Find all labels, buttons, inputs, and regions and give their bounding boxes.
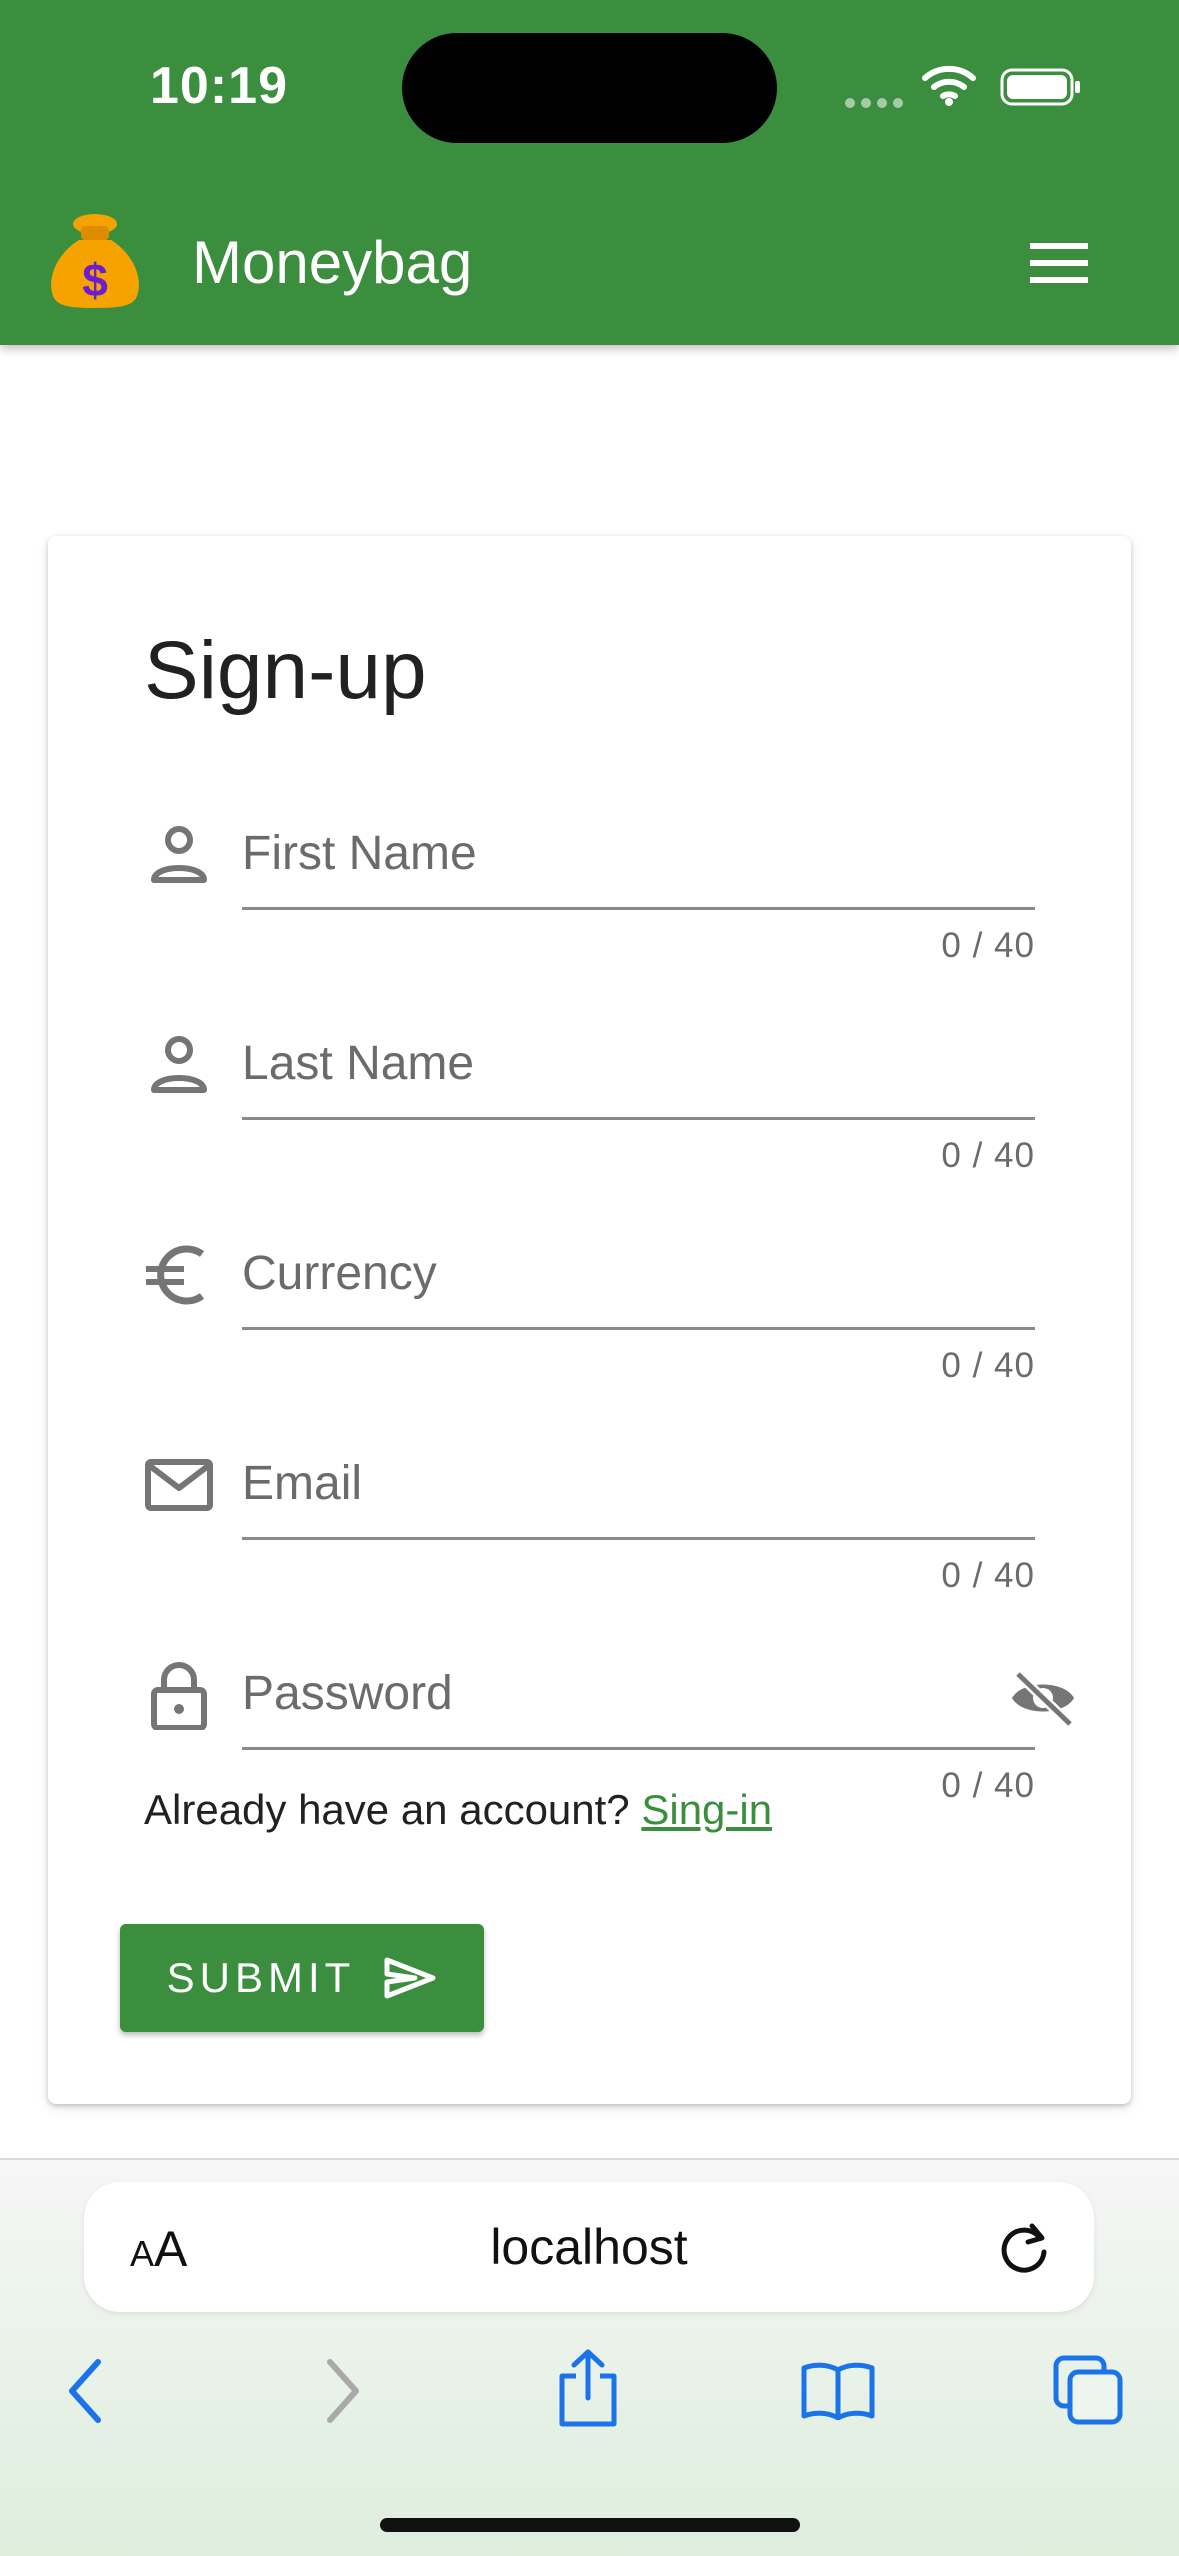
last-name-counter: 0 / 40	[941, 1136, 1035, 1175]
mail-icon	[145, 1459, 213, 1511]
moneybag-icon: $	[51, 214, 139, 308]
svg-text:$: $	[82, 254, 108, 306]
forward-icon[interactable]	[322, 2356, 362, 2426]
last-name-field: 0 / 40	[48, 990, 1131, 1175]
email-field: 0 / 40	[48, 1410, 1131, 1595]
url-text: localhost	[490, 2219, 688, 2275]
first-name-field: 0 / 40	[48, 780, 1131, 965]
submit-label: SUBMIT	[166, 1954, 356, 2001]
address-bar[interactable]: AA localhost	[84, 2182, 1094, 2312]
back-icon[interactable]	[66, 2356, 106, 2426]
page-title: Sign-up	[144, 625, 427, 716]
password-input[interactable]	[242, 1640, 1035, 1750]
password-counter: 0 / 40	[941, 1766, 1035, 1805]
last-name-input[interactable]	[242, 1010, 1035, 1120]
wifi-icon	[922, 65, 976, 106]
signup-card: Sign-up 0 / 40 0 / 40 0 / 40	[48, 536, 1131, 2104]
signin-prompt: Already have an account? Sing-in	[144, 1786, 772, 1834]
reload-icon[interactable]	[996, 2220, 1052, 2276]
share-icon[interactable]	[556, 2348, 620, 2428]
signal-icon	[845, 95, 909, 113]
first-name-counter: 0 / 40	[941, 926, 1035, 965]
submit-button[interactable]: SUBMIT	[120, 1924, 484, 2032]
password-field: 0 / 40	[48, 1620, 1131, 1805]
currency-field: 0 / 40	[48, 1200, 1131, 1385]
eye-off-icon[interactable]	[1008, 1668, 1078, 1728]
app-title: Moneybag	[192, 229, 473, 296]
lock-icon	[151, 1662, 207, 1730]
email-input[interactable]	[242, 1430, 1035, 1540]
email-counter: 0 / 40	[941, 1556, 1035, 1595]
home-indicator	[380, 2518, 800, 2532]
bookmarks-icon[interactable]	[800, 2360, 876, 2420]
euro-icon	[146, 1245, 205, 1305]
send-icon	[384, 1957, 436, 1999]
status-time: 10:19	[150, 57, 288, 115]
hamburger-menu-icon[interactable]	[1030, 243, 1088, 283]
signin-link[interactable]: Sing-in	[641, 1786, 772, 1833]
dynamic-island	[402, 33, 777, 143]
first-name-input[interactable]	[242, 800, 1035, 910]
browser-toolbar: AA localhost	[0, 2158, 1179, 2556]
signin-prompt-text: Already have an account?	[144, 1786, 630, 1833]
person-icon	[151, 826, 207, 883]
currency-input[interactable]	[242, 1220, 1035, 1330]
battery-icon	[1000, 68, 1080, 106]
app-header: 10:19 $ Moneybag	[0, 0, 1179, 345]
tabs-icon[interactable]	[1052, 2354, 1124, 2426]
currency-counter: 0 / 40	[941, 1346, 1035, 1385]
person-icon	[151, 1036, 207, 1093]
